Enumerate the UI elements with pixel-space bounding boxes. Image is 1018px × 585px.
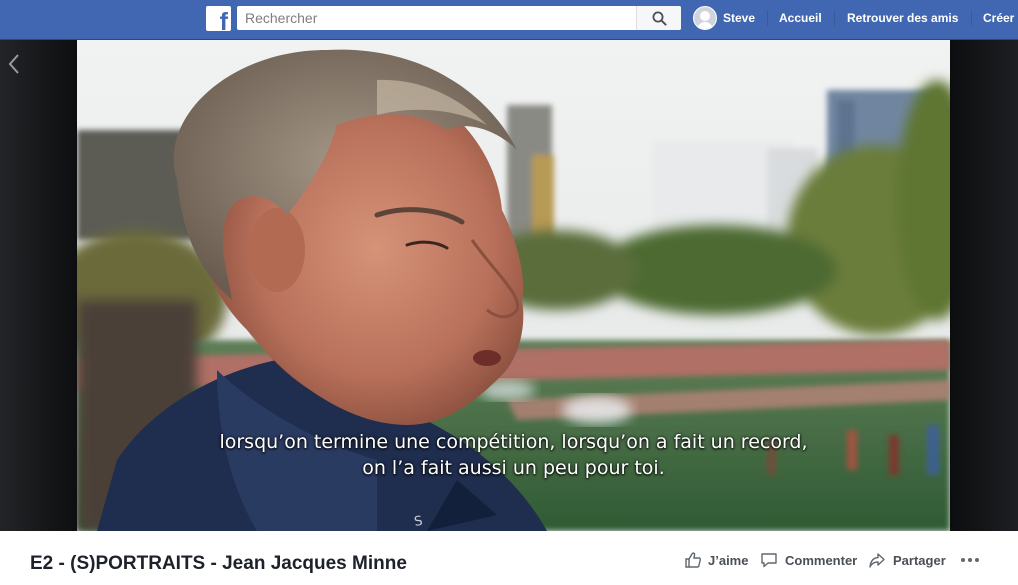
nav-divider [834,10,835,26]
search-icon [652,11,667,26]
thumbs-up-icon [685,552,701,568]
like-label: J’aime [708,553,749,568]
video-subtitle-line-1: lorsqu’on termine une compétition, lorsq… [219,431,808,453]
like-button[interactable]: J’aime [684,552,754,570]
search-button[interactable] [636,6,681,30]
stage-left-panel [0,40,77,531]
video-title: E2 - (S)PORTRAITS - Jean Jacques Minne [30,553,407,574]
more-icon[interactable] [960,552,982,566]
search-box [237,6,681,30]
video-player[interactable]: S lorsqu’on termine une compétition, lor… [77,40,950,531]
nav-find-friends-link[interactable]: Retrouver des amis [847,11,958,25]
profile-name-link[interactable]: Steve [723,11,755,25]
stage-right-panel [950,40,1018,531]
avatar [693,6,717,30]
share-label: Partager [893,553,946,568]
comment-icon [761,553,777,568]
share-button[interactable]: Partager [868,552,950,570]
nav-divider [767,10,768,26]
top-navbar: f Steve Accueil Retrouver des amis Créer [0,0,1018,40]
nav-create-link[interactable]: Créer [983,11,1014,25]
share-icon [869,553,885,568]
video-stage: S lorsqu’on termine une compétition, lor… [0,40,1018,531]
chevron-left-icon[interactable] [4,52,24,76]
comment-label: Commenter [785,553,858,568]
facebook-logo[interactable]: f [206,6,231,31]
nav-home-link[interactable]: Accueil [779,11,822,25]
video-info-bar: E2 - (S)PORTRAITS - Jean Jacques Minne J… [0,531,1018,585]
search-input[interactable] [237,6,633,30]
nav-divider [971,10,972,26]
comment-button[interactable]: Commenter [760,552,860,570]
video-subtitle-line-2: on l’a fait aussi un peu pour toi. [362,457,665,479]
